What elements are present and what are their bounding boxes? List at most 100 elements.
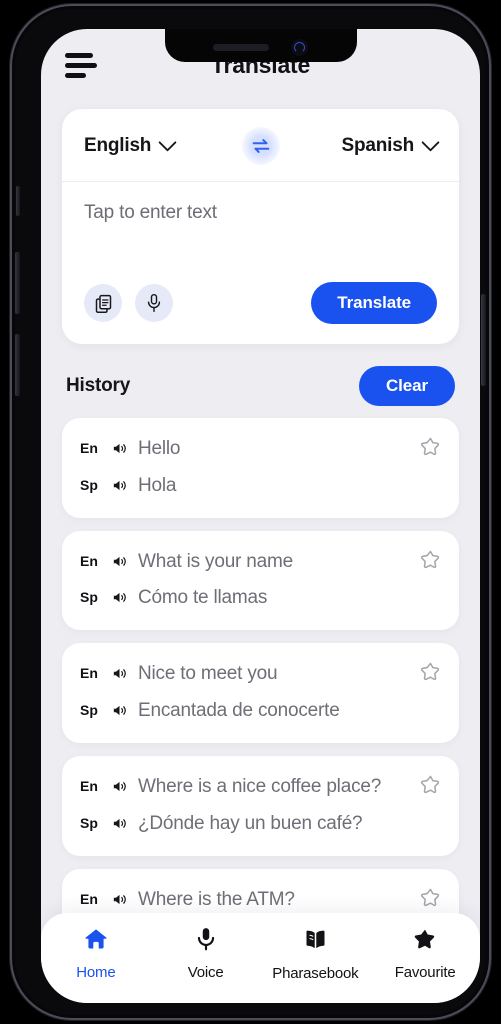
speaker-volume-icon: [113, 818, 126, 828]
history-title: History: [66, 375, 131, 396]
source-language-label: English: [84, 135, 152, 156]
history-item[interactable]: En Nice to meet you Sp Encantada de cono…: [62, 643, 459, 743]
favourite-toggle-button[interactable]: [419, 886, 442, 909]
source-language-tag: En: [80, 440, 98, 456]
history-target-text: Cómo te llamas: [138, 587, 268, 609]
history-list: En Hello Sp Hola En What is your name Sp…: [62, 418, 459, 932]
star-outline-icon: [420, 437, 440, 456]
source-language-tag: En: [80, 665, 98, 682]
favourite-toggle-button[interactable]: [419, 660, 442, 683]
history-source-text: What is your name: [138, 550, 293, 572]
play-source-audio-button[interactable]: [111, 549, 128, 570]
target-language-tag: Sp: [80, 814, 98, 831]
target-language-tag: Sp: [80, 589, 98, 606]
nav-label: Pharasebook: [272, 965, 359, 982]
source-language-tag: En: [80, 777, 98, 794]
favourite-toggle-button[interactable]: [419, 435, 442, 458]
translate-card: English Spanish Tap to enter text Transl…: [62, 109, 459, 344]
play-target-audio-button[interactable]: [111, 473, 128, 494]
history-source-text: Hello: [138, 438, 181, 459]
history-target-text: Hola: [138, 474, 177, 496]
nav-item-home[interactable]: Home: [41, 926, 151, 981]
speaker-volume-icon: [113, 894, 126, 904]
source-language-selector[interactable]: English: [84, 132, 242, 157]
star-filled-icon: [414, 929, 435, 949]
nav-item-favourite[interactable]: Favourite: [370, 926, 480, 981]
clear-history-button[interactable]: Clear: [358, 366, 455, 406]
phone-frame: Translate English Spanish Tap to enter t…: [10, 4, 491, 1020]
play-source-audio-button[interactable]: [111, 774, 128, 795]
play-target-audio-button[interactable]: [111, 698, 128, 719]
nav-item-voice[interactable]: Voice: [151, 926, 261, 981]
copy-button[interactable]: [84, 284, 122, 322]
favourite-toggle-button[interactable]: [419, 773, 442, 796]
speaker-volume-icon: [113, 706, 126, 716]
volume-up-button[interactable]: [15, 252, 20, 314]
speaker-volume-icon: [113, 556, 126, 566]
history-item[interactable]: En Hello Sp Hola: [62, 418, 459, 518]
translate-button[interactable]: Translate: [311, 282, 437, 324]
bottom-navigation: Home Voice Pharasebook Favourite: [41, 913, 480, 1003]
nav-label: Voice: [187, 964, 224, 981]
main-scroll-area[interactable]: English Spanish Tap to enter text Transl…: [41, 101, 480, 1003]
history-source-text: Where is the ATM?: [138, 888, 295, 910]
menu-bar-2: [65, 62, 97, 68]
star-filled-icon: [412, 926, 438, 957]
history-target-text: ¿Dónde hay un buen café?: [138, 812, 363, 834]
nav-item-pharasebook[interactable]: Pharasebook: [261, 926, 371, 982]
text-input-area[interactable]: Tap to enter text: [62, 182, 459, 268]
speaker-volume-icon: [113, 480, 126, 490]
input-actions-row: Translate: [62, 268, 459, 344]
history-source-line: En Where is a nice coffee place?: [80, 771, 441, 803]
open-book-icon: [302, 926, 329, 958]
speaker-volume-icon: [113, 669, 126, 679]
star-outline-icon: [420, 888, 440, 906]
speaker-volume-icon: [113, 443, 126, 454]
microphone-icon: [147, 293, 161, 313]
volume-down-button[interactable]: [15, 334, 20, 396]
hamburger-menu-icon[interactable]: [63, 49, 99, 82]
history-source-text: Nice to meet you: [138, 663, 278, 685]
target-language-tag: Sp: [80, 476, 98, 493]
copy-documents-icon: [95, 294, 111, 313]
play-target-audio-button[interactable]: [111, 585, 128, 606]
swap-languages-button[interactable]: [241, 127, 280, 165]
phone-screen: Translate English Spanish Tap to enter t…: [41, 29, 480, 1003]
history-item[interactable]: En Where is a nice coffee place? Sp ¿Dón…: [62, 755, 459, 856]
speaker-slot-icon: [213, 44, 269, 51]
power-button[interactable]: [481, 294, 486, 386]
voice-input-button[interactable]: [135, 284, 173, 322]
history-target-line: Sp Cómo te llamas: [80, 577, 441, 614]
play-source-audio-button[interactable]: [111, 887, 128, 908]
menu-bar-1: [65, 52, 93, 58]
star-outline-icon: [420, 775, 440, 794]
play-source-audio-button[interactable]: [111, 661, 128, 682]
history-target-text: Encantada de conocerte: [138, 700, 340, 722]
history-header: History Clear: [66, 366, 455, 406]
history-target-line: Sp Encantada de conocerte: [80, 690, 441, 727]
play-target-audio-button[interactable]: [111, 811, 128, 832]
home-icon: [83, 926, 109, 957]
target-language-selector[interactable]: Spanish: [280, 132, 440, 157]
chevron-down-icon: [421, 132, 440, 152]
chevron-down-icon: [158, 132, 177, 152]
history-source-line: En What is your name: [80, 546, 441, 578]
device-notch: [164, 29, 357, 62]
microphone-icon: [193, 926, 219, 957]
history-source-line: En Hello: [80, 433, 441, 465]
nav-label: Home: [76, 964, 116, 981]
open-book-icon: [306, 930, 325, 948]
mute-switch[interactable]: [16, 186, 20, 216]
favourite-toggle-button[interactable]: [419, 548, 442, 571]
front-camera-icon: [291, 39, 308, 56]
star-outline-icon: [420, 662, 440, 681]
play-source-audio-button[interactable]: [111, 436, 128, 457]
history-item[interactable]: En What is your name Sp Cómo te llamas: [62, 530, 459, 631]
swap-arrows-icon: [252, 139, 269, 153]
star-outline-icon: [420, 550, 440, 568]
source-language-tag: En: [80, 890, 98, 907]
microphone-icon: [197, 928, 214, 951]
source-language-tag: En: [80, 552, 98, 569]
target-language-label: Spanish: [341, 135, 414, 156]
history-target-line: Sp Hola: [80, 465, 441, 502]
